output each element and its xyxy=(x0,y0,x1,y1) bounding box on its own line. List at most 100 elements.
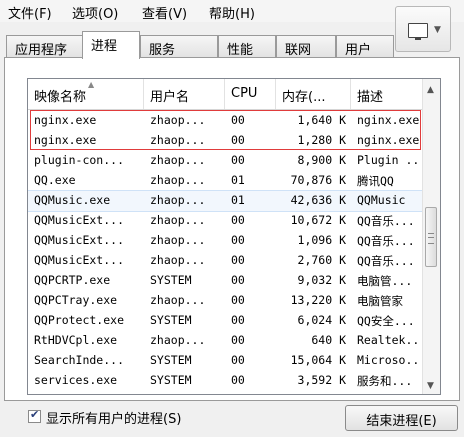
tab-strip: 应用程序 进程 服务 性能 联网 用户 xyxy=(0,30,464,59)
cell-desc: 电脑管... xyxy=(357,274,413,288)
table-row[interactable]: SGToolConvd... zhaop... 00 1,044 K 搜狗拼... xyxy=(28,391,424,394)
table-row[interactable]: nginx.exe zhaop... 00 1,640 K nginx.exe xyxy=(28,111,424,131)
cell-user: SYSTEM xyxy=(150,313,192,327)
cell-desc: Plugin ... xyxy=(357,153,423,167)
cell-mem: 640 K xyxy=(311,333,346,347)
process-list[interactable]: 映像名称 ▲ 用户名 CPU 内存(... 描述 nginx.exe zhaop.… xyxy=(27,78,441,395)
list-header: 映像名称 ▲ 用户名 CPU 内存(... 描述 xyxy=(28,79,424,110)
cell-mem: 1,640 K xyxy=(297,113,346,127)
cell-cpu: 00 xyxy=(231,213,245,227)
cell-user: zhaop... xyxy=(150,113,206,127)
end-process-button[interactable]: 结束进程(E) xyxy=(345,405,458,431)
table-row[interactable]: QQProtect.exe SYSTEM 00 6,024 K QQ安全... xyxy=(28,311,424,331)
cell-cpu: 00 xyxy=(231,233,245,247)
cell-user: SYSTEM xyxy=(150,373,192,387)
tab-users[interactable]: 用户 xyxy=(336,35,394,58)
cell-mem: 1,096 K xyxy=(297,233,346,247)
menu-options[interactable]: 选项(O) xyxy=(72,3,118,22)
table-row[interactable]: QQMusic.exe zhaop... 01 42,636 K QQMusic xyxy=(28,190,425,212)
menu-file[interactable]: 文件(F) xyxy=(8,3,52,22)
cell-cpu: 00 xyxy=(231,153,245,167)
cell-name: nginx.exe xyxy=(34,113,97,127)
cell-mem: 70,876 K xyxy=(290,173,346,187)
cell-name: QQ.exe xyxy=(34,173,76,187)
scroll-down-icon[interactable]: ▼ xyxy=(427,381,434,391)
column-cpu[interactable]: CPU xyxy=(225,79,276,109)
cell-name: nginx.exe xyxy=(34,133,97,147)
cell-mem: 1,280 K xyxy=(297,133,346,147)
tab-networking[interactable]: 联网 xyxy=(276,35,336,58)
grip-icon xyxy=(428,233,434,244)
cell-name: RtHDVCpl.exe xyxy=(34,333,118,347)
sort-ascending-icon: ▲ xyxy=(88,80,95,89)
cell-user: zhaop... xyxy=(150,333,206,347)
column-memory[interactable]: 内存(... xyxy=(276,79,351,109)
column-image-name[interactable]: 映像名称 ▲ xyxy=(28,79,144,109)
table-row[interactable]: QQPCRTP.exe SYSTEM 00 9,032 K 电脑管... xyxy=(28,271,424,291)
cell-user: SYSTEM xyxy=(150,353,192,367)
table-row[interactable]: QQPCTray.exe zhaop... 00 13,220 K 电脑管家 xyxy=(28,291,424,311)
table-row[interactable]: QQMusicExt... zhaop... 00 1,096 K QQ音乐... xyxy=(28,231,424,251)
table-row[interactable]: QQMusicExt... zhaop... 00 10,672 K QQ音乐... xyxy=(28,211,424,231)
cell-desc: 电脑管家 xyxy=(357,294,403,308)
tab-performance[interactable]: 性能 xyxy=(218,35,276,58)
cell-name: SGToolConvd... xyxy=(34,393,142,394)
cell-cpu: 00 xyxy=(231,273,245,287)
cell-name: SearchInde... xyxy=(34,353,125,367)
show-all-users-label: 显示所有用户的进程(S) xyxy=(46,412,182,427)
cell-cpu: 01 xyxy=(231,193,245,207)
table-row[interactable]: QQ.exe zhaop... 01 70,876 K 腾讯QQ xyxy=(28,171,424,191)
cell-cpu: 00 xyxy=(231,313,245,327)
cell-mem: 2,760 K xyxy=(297,253,346,267)
tab-services[interactable]: 服务 xyxy=(140,35,218,58)
vertical-scrollbar[interactable]: ▲ ▼ xyxy=(422,79,440,394)
cell-user: zhaop... xyxy=(150,233,206,247)
cell-mem: 8,900 K xyxy=(297,153,346,167)
cell-name: QQPCTray.exe xyxy=(34,293,118,307)
column-user[interactable]: 用户名 xyxy=(144,79,225,109)
table-row[interactable]: plugin-con... zhaop... 00 8,900 K Plugin ... xyxy=(28,151,424,171)
cell-user: zhaop... xyxy=(150,213,206,227)
cell-cpu: 00 xyxy=(231,293,245,307)
cell-cpu: 00 xyxy=(231,253,245,267)
scroll-thumb[interactable] xyxy=(425,207,437,267)
table-row[interactable]: SearchInde... SYSTEM 00 15,064 K Microso... xyxy=(28,351,424,371)
cell-cpu: 00 xyxy=(231,393,271,394)
cell-name: QQProtect.exe xyxy=(34,313,125,327)
cell-desc: 搜狗拼... xyxy=(357,393,423,394)
cell-user: zhaop... xyxy=(150,193,206,207)
cell-user: zhaop... xyxy=(150,133,206,147)
cell-mem: 42,636 K xyxy=(290,193,346,207)
cell-user: zhaop... xyxy=(150,153,206,167)
cell-desc: nginx.exe xyxy=(357,113,420,127)
cell-desc: 服务和... xyxy=(357,374,413,388)
cell-desc: QQMusic xyxy=(357,193,406,207)
menu-view[interactable]: 查看(V) xyxy=(142,3,187,22)
cell-name: QQMusic.exe xyxy=(34,193,111,207)
cell-desc: QQ音乐... xyxy=(357,254,415,268)
cell-user: zhaop... xyxy=(150,293,206,307)
cell-desc: nginx.exe xyxy=(357,133,420,147)
table-row[interactable]: RtHDVCpl.exe zhaop... 00 640 K Realtek... xyxy=(28,331,424,351)
cell-cpu: 00 xyxy=(231,373,245,387)
cell-desc: QQ音乐... xyxy=(357,234,415,248)
cell-user: zhaop... xyxy=(150,173,206,187)
menu-help[interactable]: 帮助(H) xyxy=(209,3,255,22)
tab-processes[interactable]: 进程 xyxy=(82,31,140,59)
cell-mem: 3,592 K xyxy=(297,373,346,387)
table-row[interactable]: services.exe SYSTEM 00 3,592 K 服务和... xyxy=(28,371,424,391)
column-description[interactable]: 描述 xyxy=(351,79,424,109)
cell-user: zhaop... xyxy=(150,393,224,394)
cell-mem: 13,220 K xyxy=(290,293,346,307)
cell-mem: 6,024 K xyxy=(297,313,346,327)
cell-desc: QQ音乐... xyxy=(357,214,415,228)
cell-cpu: 00 xyxy=(231,333,245,347)
scroll-up-icon[interactable]: ▲ xyxy=(427,85,434,95)
cell-cpu: 01 xyxy=(231,173,245,187)
cell-name: services.exe xyxy=(34,373,118,387)
cell-user: SYSTEM xyxy=(150,273,192,287)
tab-applications[interactable]: 应用程序 xyxy=(6,35,84,58)
table-row[interactable]: QQMusicExt... zhaop... 00 2,760 K QQ音乐... xyxy=(28,251,424,271)
checkbox-checked-icon[interactable] xyxy=(28,408,41,423)
table-row[interactable]: nginx.exe zhaop... 00 1,280 K nginx.exe xyxy=(28,131,424,151)
